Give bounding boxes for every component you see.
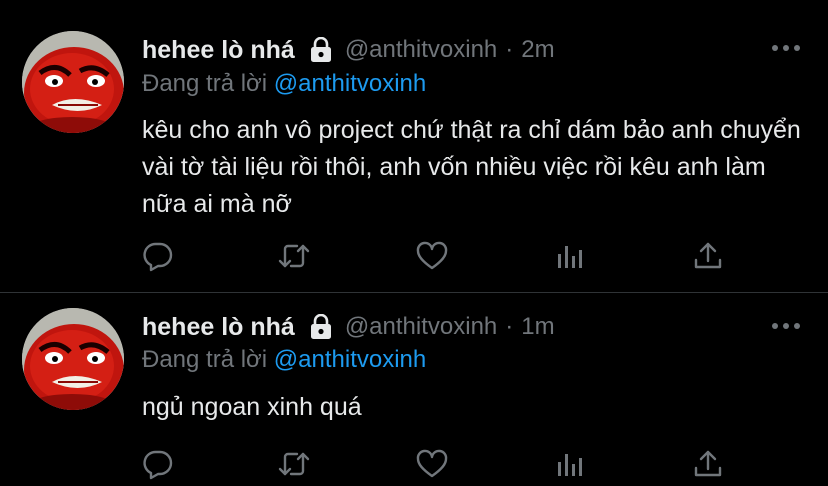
avatar[interactable] bbox=[22, 31, 124, 133]
avatar[interactable] bbox=[22, 308, 124, 410]
reply-context: Đang trả lời @anthitvoxinh bbox=[142, 346, 426, 374]
tweet-header: hehee lò nhá @anthitvoxinh · 1m bbox=[142, 309, 555, 345]
reply-mention[interactable]: @anthitvoxinh bbox=[274, 346, 426, 373]
share-icon[interactable] bbox=[692, 240, 726, 274]
reply-mention[interactable]: @anthitvoxinh bbox=[274, 70, 426, 97]
comment-icon[interactable] bbox=[142, 240, 176, 274]
more-icon[interactable] bbox=[772, 320, 802, 332]
analytics-icon[interactable] bbox=[554, 240, 588, 274]
separator: · bbox=[505, 313, 514, 340]
comment-icon[interactable] bbox=[142, 448, 176, 482]
retweet-icon[interactable] bbox=[278, 240, 312, 274]
share-icon[interactable] bbox=[692, 448, 726, 482]
tweet[interactable]: hehee lò nhá @anthitvoxinh · 1m Đang trả… bbox=[0, 293, 828, 486]
action-bar bbox=[142, 448, 732, 482]
lock-icon bbox=[309, 36, 333, 63]
display-name[interactable]: hehee lò nhá bbox=[142, 313, 295, 342]
tweet[interactable]: hehee lò nhá @anthitvoxinh · 2m Đang trả… bbox=[0, 0, 828, 293]
analytics-icon[interactable] bbox=[554, 448, 588, 482]
tweet-text: kêu cho anh vô project chứ thật ra chỉ d… bbox=[142, 116, 801, 218]
retweet-icon[interactable] bbox=[278, 448, 312, 482]
timestamp[interactable]: 1m bbox=[521, 313, 554, 341]
separator: · bbox=[505, 36, 514, 63]
display-name[interactable]: hehee lò nhá bbox=[142, 36, 295, 65]
reply-context: Đang trả lời @anthitvoxinh bbox=[142, 70, 426, 98]
handle[interactable]: @anthitvoxinh bbox=[345, 313, 497, 341]
heart-icon[interactable] bbox=[416, 448, 450, 482]
action-bar bbox=[142, 240, 732, 274]
reply-prefix: Đang trả lời bbox=[142, 70, 268, 97]
handle[interactable]: @anthitvoxinh bbox=[345, 36, 497, 64]
reply-prefix: Đang trả lời bbox=[142, 346, 268, 373]
more-icon[interactable] bbox=[772, 42, 802, 54]
tweet-header: hehee lò nhá @anthitvoxinh · 2m bbox=[142, 32, 555, 68]
tweet-text: ngủ ngoan xinh quá bbox=[142, 393, 362, 421]
timestamp[interactable]: 2m bbox=[521, 36, 554, 64]
heart-icon[interactable] bbox=[416, 240, 450, 274]
lock-icon bbox=[309, 313, 333, 340]
